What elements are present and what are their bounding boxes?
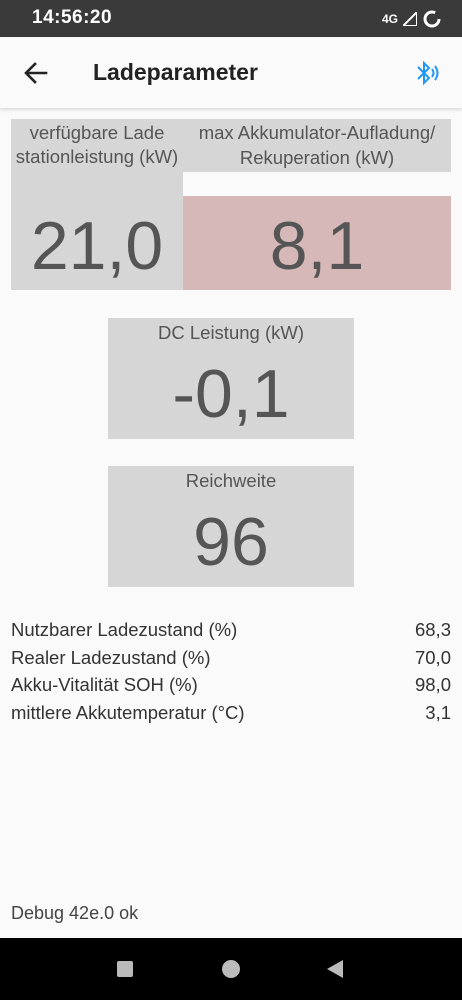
battery-icon: [423, 10, 441, 28]
network-type: 4G: [381, 12, 398, 26]
list-item: Realer Ladezustand (%) 70,0: [11, 644, 451, 672]
list-item: Akku-Vitalität SOH (%) 98,0: [11, 671, 451, 699]
triangle-back-icon[interactable]: [325, 959, 345, 979]
page-title: Ladeparameter: [93, 59, 258, 85]
square-icon[interactable]: [115, 959, 135, 979]
list-item: mittlere Akkutemperatur (°C) 3,1: [11, 699, 451, 727]
debug-status: Debug 42e.0 ok: [11, 903, 139, 923]
station-power-label: verfügbare Lade stationleistung (kW): [15, 122, 179, 167]
info-label: Nutzbarer Ladezustand (%): [11, 619, 238, 640]
station-power-value: 21,0: [30, 208, 164, 284]
dc-power-tile: DC Leistung (kW) -0,1: [108, 318, 354, 439]
info-label: Realer Ladezustand (%): [11, 646, 211, 668]
circle-icon[interactable]: [221, 959, 241, 979]
system-nav-bar: [0, 938, 462, 1000]
signal-icon: [403, 12, 417, 26]
info-label: mittlere Akkutemperatur (°C): [11, 701, 245, 723]
range-label: Reichweite: [185, 470, 277, 491]
status-time: 14:56:20: [32, 7, 113, 28]
app-toolbar: Ladeparameter: [0, 37, 462, 108]
info-value: 3,1: [425, 701, 451, 723]
info-value: 68,3: [414, 619, 451, 640]
dc-power-label: DC Leistung (kW): [158, 322, 304, 343]
back-arrow-icon[interactable]: [18, 55, 54, 91]
info-label: Akku-Vitalität SOH (%): [11, 674, 198, 695]
status-bar: 14:56:20 4G: [0, 0, 462, 37]
range-tile: Reichweite 96: [108, 466, 354, 587]
bluetooth-connected-icon[interactable]: [412, 57, 444, 89]
range-value: 96: [193, 504, 269, 580]
list-item: Nutzbarer Ladezustand (%) 68,3: [11, 616, 451, 644]
battery-info-list: Nutzbarer Ladezustand (%) 68,3 Realer La…: [11, 616, 451, 726]
info-value: 70,0: [414, 646, 451, 668]
max-recuperation-value: 8,1: [269, 208, 365, 284]
dc-power-value: -0,1: [172, 356, 290, 432]
info-value: 98,0: [414, 674, 451, 695]
max-recuperation-label: max Akkumulator-Aufladung/ Rekuperation …: [183, 119, 451, 172]
status-icons: 4G: [382, 9, 442, 29]
